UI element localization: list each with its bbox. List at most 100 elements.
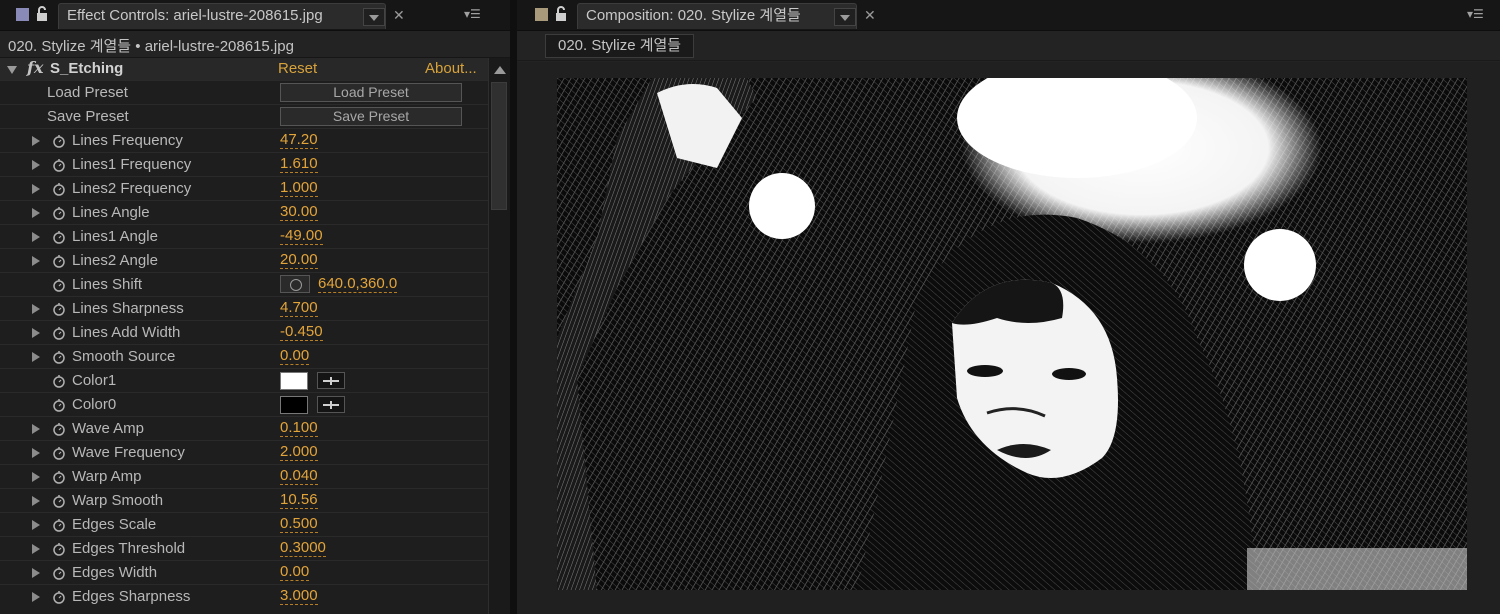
tab-dropdown-button[interactable] <box>834 8 856 26</box>
param-name: Lines1 Frequency <box>72 156 192 173</box>
param-value[interactable]: 640.0,360.0 <box>318 276 398 293</box>
param-row-wave-amp: Wave Amp 0.100 <box>0 416 488 440</box>
comp-viewport-image[interactable] <box>557 78 1467 590</box>
stopwatch-icon[interactable] <box>52 278 66 292</box>
twirl-closed-icon[interactable] <box>32 208 40 218</box>
param-name: Wave Frequency <box>72 444 185 461</box>
twirl-closed-icon[interactable] <box>32 136 40 146</box>
color-swatch-white[interactable] <box>280 372 308 390</box>
twirl-closed-icon[interactable] <box>32 448 40 458</box>
param-value[interactable]: 10.56 <box>280 492 318 509</box>
save-preset-button[interactable]: Save Preset <box>280 107 462 126</box>
twirl-closed-icon[interactable] <box>32 232 40 242</box>
param-value[interactable]: 0.100 <box>280 420 318 437</box>
twirl-closed-icon[interactable] <box>32 520 40 530</box>
param-name: Lines2 Angle <box>72 252 158 269</box>
scrollbar-thumb[interactable] <box>491 82 507 210</box>
stopwatch-icon[interactable] <box>52 494 66 508</box>
stopwatch-icon[interactable] <box>52 302 66 316</box>
reset-link[interactable]: Reset <box>278 60 317 77</box>
param-value[interactable]: 0.00 <box>280 348 310 365</box>
stopwatch-icon[interactable] <box>52 158 66 172</box>
twirl-closed-icon[interactable] <box>32 472 40 482</box>
param-name: Color1 <box>72 372 117 389</box>
param-value[interactable]: 1.610 <box>280 156 318 173</box>
effect-controls-panel: Effect Controls: ariel-lustre-208615.jpg… <box>0 0 510 614</box>
param-value[interactable]: 0.040 <box>280 468 318 485</box>
stopwatch-icon[interactable] <box>52 350 66 364</box>
panel-menu-icon[interactable]: ▾☰ <box>464 7 481 21</box>
close-icon[interactable]: ✕ <box>864 3 876 27</box>
stopwatch-icon[interactable] <box>52 230 66 244</box>
param-value[interactable]: 3.000 <box>280 588 318 605</box>
param-name: Smooth Source <box>72 348 176 365</box>
stopwatch-icon[interactable] <box>52 254 66 268</box>
close-icon[interactable]: ✕ <box>393 3 405 27</box>
param-value[interactable]: 20.00 <box>280 252 318 269</box>
twirl-closed-icon[interactable] <box>32 424 40 434</box>
stopwatch-icon[interactable] <box>52 134 66 148</box>
eyedropper-icon[interactable] <box>317 372 345 389</box>
param-value[interactable]: 0.00 <box>280 564 310 581</box>
effect-controls-tab-bar: Effect Controls: ariel-lustre-208615.jpg… <box>0 0 510 31</box>
param-name: Edges Threshold <box>72 540 186 557</box>
param-name: Lines Shift <box>72 276 143 293</box>
twirl-closed-icon[interactable] <box>32 328 40 338</box>
comp-nav-tab[interactable]: 020. Stylize 계열들 <box>545 34 695 58</box>
tab-effect-controls-label: Effect Controls: ariel-lustre-208615.jpg <box>67 7 323 24</box>
param-name: Lines Add Width <box>72 324 181 341</box>
twirl-closed-icon[interactable] <box>32 352 40 362</box>
stopwatch-icon[interactable] <box>52 542 66 556</box>
param-value[interactable]: 47.20 <box>280 132 318 149</box>
panel-divider[interactable] <box>510 0 517 614</box>
stopwatch-icon[interactable] <box>52 326 66 340</box>
lock-icon[interactable] <box>36 6 50 22</box>
stopwatch-icon[interactable] <box>52 182 66 196</box>
eyedropper-icon[interactable] <box>317 396 345 413</box>
stopwatch-icon[interactable] <box>52 206 66 220</box>
panel-menu-icon[interactable]: ▾☰ <box>1467 7 1484 21</box>
twirl-closed-icon[interactable] <box>32 568 40 578</box>
param-value[interactable]: 0.3000 <box>280 540 326 557</box>
lock-icon[interactable] <box>555 6 569 22</box>
stopwatch-icon[interactable] <box>52 470 66 484</box>
param-value[interactable]: 0.500 <box>280 516 318 533</box>
effect-controls-header: 020. Stylize 계열들 • ariel-lustre-208615.j… <box>0 31 510 58</box>
save-preset-row: Save Preset Save Preset <box>0 104 488 128</box>
twirl-closed-icon[interactable] <box>32 256 40 266</box>
stopwatch-icon[interactable] <box>52 518 66 532</box>
twirl-closed-icon[interactable] <box>32 160 40 170</box>
about-link[interactable]: About... <box>425 60 477 77</box>
fx-toggle-icon[interactable]: fx <box>27 58 43 77</box>
stopwatch-icon[interactable] <box>52 374 66 388</box>
param-value[interactable]: -0.450 <box>280 324 323 341</box>
twirl-closed-icon[interactable] <box>32 304 40 314</box>
stopwatch-icon[interactable] <box>52 422 66 436</box>
effect-row-s-etching[interactable]: fx S_Etching Reset About... <box>0 58 488 80</box>
vertical-scrollbar[interactable] <box>488 58 510 614</box>
twirl-open-icon[interactable] <box>7 66 17 74</box>
stopwatch-icon[interactable] <box>52 446 66 460</box>
color-swatch-black[interactable] <box>280 396 308 414</box>
param-value[interactable]: 1.000 <box>280 180 318 197</box>
param-row-lines-add-width: Lines Add Width -0.450 <box>0 320 488 344</box>
tab-dropdown-button[interactable] <box>363 8 385 26</box>
param-value[interactable]: 30.00 <box>280 204 318 221</box>
point-picker-icon[interactable] <box>280 275 310 293</box>
param-value[interactable]: 4.700 <box>280 300 318 317</box>
param-name: Edges Scale <box>72 516 157 533</box>
twirl-closed-icon[interactable] <box>32 496 40 506</box>
twirl-closed-icon[interactable] <box>32 592 40 602</box>
tab-effect-controls[interactable]: Effect Controls: ariel-lustre-208615.jpg <box>58 3 386 29</box>
stopwatch-icon[interactable] <box>52 566 66 580</box>
stopwatch-icon[interactable] <box>52 398 66 412</box>
load-preset-button[interactable]: Load Preset <box>280 83 462 102</box>
composition-viewer[interactable] <box>517 62 1500 614</box>
stopwatch-icon[interactable] <box>52 590 66 604</box>
param-value[interactable]: 2.000 <box>280 444 318 461</box>
twirl-closed-icon[interactable] <box>32 544 40 554</box>
scroll-up-arrow-icon[interactable] <box>494 66 506 74</box>
tab-composition[interactable]: Composition: 020. Stylize 계열들 <box>577 3 857 29</box>
twirl-closed-icon[interactable] <box>32 184 40 194</box>
param-value[interactable]: -49.00 <box>280 228 323 245</box>
